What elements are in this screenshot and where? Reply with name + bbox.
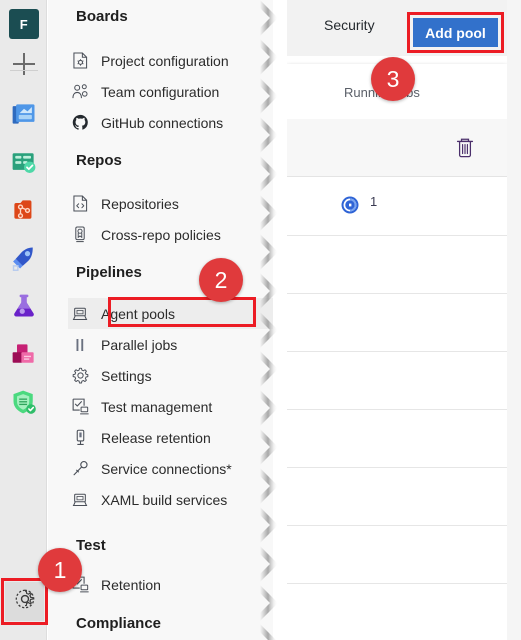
nav-group-header-test: Test xyxy=(76,537,106,554)
rail-item-pipelines[interactable] xyxy=(8,242,40,274)
sidebar-item-label: Cross-repo policies xyxy=(101,226,221,243)
table-row[interactable] xyxy=(287,352,507,410)
project-settings-button[interactable] xyxy=(5,582,44,621)
table-row[interactable] xyxy=(287,468,507,526)
nav-group-header-pipelines: Pipelines xyxy=(76,264,142,281)
rail-item-test-plans[interactable] xyxy=(8,290,40,322)
rail-item-artifacts[interactable] xyxy=(8,338,40,370)
sidebar-item-repositories[interactable]: Repositories xyxy=(68,188,273,219)
sidebar-item-label: GitHub connections xyxy=(101,114,224,131)
xaml-build-icon xyxy=(68,490,92,510)
new-item-button[interactable] xyxy=(8,48,40,80)
overview-icon xyxy=(10,100,38,128)
sidebar-item-xaml-build-services[interactable]: XAML build services xyxy=(68,484,273,515)
grid-toolbar-row xyxy=(287,119,507,177)
callout-badge-3: 3 xyxy=(371,57,415,101)
policy-icon xyxy=(68,225,92,245)
sidebar-item-agent-pools[interactable]: Agent pools xyxy=(68,298,273,329)
advanced-security-icon xyxy=(10,388,38,416)
content-tabstrip: Security Add pool xyxy=(287,0,521,56)
organization-avatar[interactable]: F xyxy=(8,8,40,40)
rail-item-overview[interactable] xyxy=(8,98,40,130)
screenshot-root: F Boards Project configuration Team conf… xyxy=(0,0,521,640)
parallel-jobs-icon xyxy=(68,335,92,355)
sidebar-item-settings[interactable]: Settings xyxy=(68,360,273,391)
sidebar-item-label: Parallel jobs xyxy=(101,336,178,353)
product-icon-rail: F xyxy=(0,0,48,640)
gear-icon xyxy=(14,588,36,615)
table-row[interactable] xyxy=(287,294,507,352)
callout-badge-2: 2 xyxy=(199,258,243,302)
sidebar-item-github-connections[interactable]: GitHub connections xyxy=(68,107,273,138)
cell-running-jobs: 1 xyxy=(370,194,378,209)
boards-icon xyxy=(10,148,38,176)
test-management-icon xyxy=(68,397,92,417)
release-retention-icon xyxy=(68,428,92,448)
sidebar-item-label: Service connections* xyxy=(101,460,232,477)
sidebar-item-release-retention[interactable]: Release retention xyxy=(68,422,273,453)
artifacts-icon xyxy=(10,340,38,368)
table-row[interactable] xyxy=(287,526,507,584)
pipelines-icon xyxy=(10,244,38,272)
sidebar-item-label: Project configuration xyxy=(101,52,229,69)
sidebar-item-label: Agent pools xyxy=(101,305,175,322)
rail-divider xyxy=(10,70,38,71)
tab-security[interactable]: Security xyxy=(324,17,375,33)
table-row[interactable] xyxy=(287,410,507,468)
code-file-icon xyxy=(68,194,92,214)
sidebar-item-label: XAML build services xyxy=(101,491,228,508)
sidebar-item-label: Retention xyxy=(101,576,161,593)
repos-icon xyxy=(10,196,38,224)
add-pool-button[interactable]: Add pool xyxy=(413,18,498,47)
rail-item-repos[interactable] xyxy=(8,194,40,226)
service-connection-icon xyxy=(68,459,92,479)
agent-pool-status-icon xyxy=(341,196,359,214)
plus-icon xyxy=(13,53,35,75)
sidebar-item-label: Team configuration xyxy=(101,83,220,100)
sidebar-item-team-configuration[interactable]: Team configuration xyxy=(68,76,273,107)
nav-group-header-boards: Boards xyxy=(76,8,128,25)
callout-badge-1: 1 xyxy=(38,548,82,592)
document-config-icon xyxy=(68,51,92,71)
table-row[interactable] xyxy=(287,236,507,294)
content-right-gutter xyxy=(507,0,521,640)
sidebar-item-label: Repositories xyxy=(101,195,179,212)
sidebar-item-service-connections[interactable]: Service connections* xyxy=(68,453,273,484)
nav-group-header-compliance: Compliance xyxy=(76,615,162,632)
sidebar-item-label: Test management xyxy=(101,398,213,415)
sidebar-item-label: Settings xyxy=(101,367,152,384)
project-settings-nav: Boards Project configuration Team config… xyxy=(48,0,273,640)
agent-pool-icon xyxy=(68,304,92,324)
table-row[interactable] xyxy=(287,584,507,640)
organization-avatar-label: F xyxy=(9,9,39,39)
sidebar-item-test-management[interactable]: Test management xyxy=(68,391,273,422)
github-icon xyxy=(68,113,92,133)
rail-item-advanced-security[interactable] xyxy=(8,386,40,418)
trash-icon[interactable] xyxy=(454,136,476,160)
sidebar-item-project-configuration[interactable]: Project configuration xyxy=(68,45,273,76)
team-icon xyxy=(68,82,92,102)
rail-item-boards[interactable] xyxy=(8,146,40,178)
sidebar-item-label: Release retention xyxy=(101,429,211,446)
sidebar-item-parallel-jobs[interactable]: Parallel jobs xyxy=(68,329,273,360)
sidebar-item-cross-repo-policies[interactable]: Cross-repo policies xyxy=(68,219,273,250)
gear-icon xyxy=(68,366,92,386)
agent-pools-grid: Running jobs xyxy=(287,64,507,640)
test-plans-icon xyxy=(10,292,38,320)
sidebar-item-retention[interactable]: Retention xyxy=(68,569,273,600)
table-row[interactable]: 1 xyxy=(287,178,507,236)
nav-group-header-repos: Repos xyxy=(76,152,122,169)
